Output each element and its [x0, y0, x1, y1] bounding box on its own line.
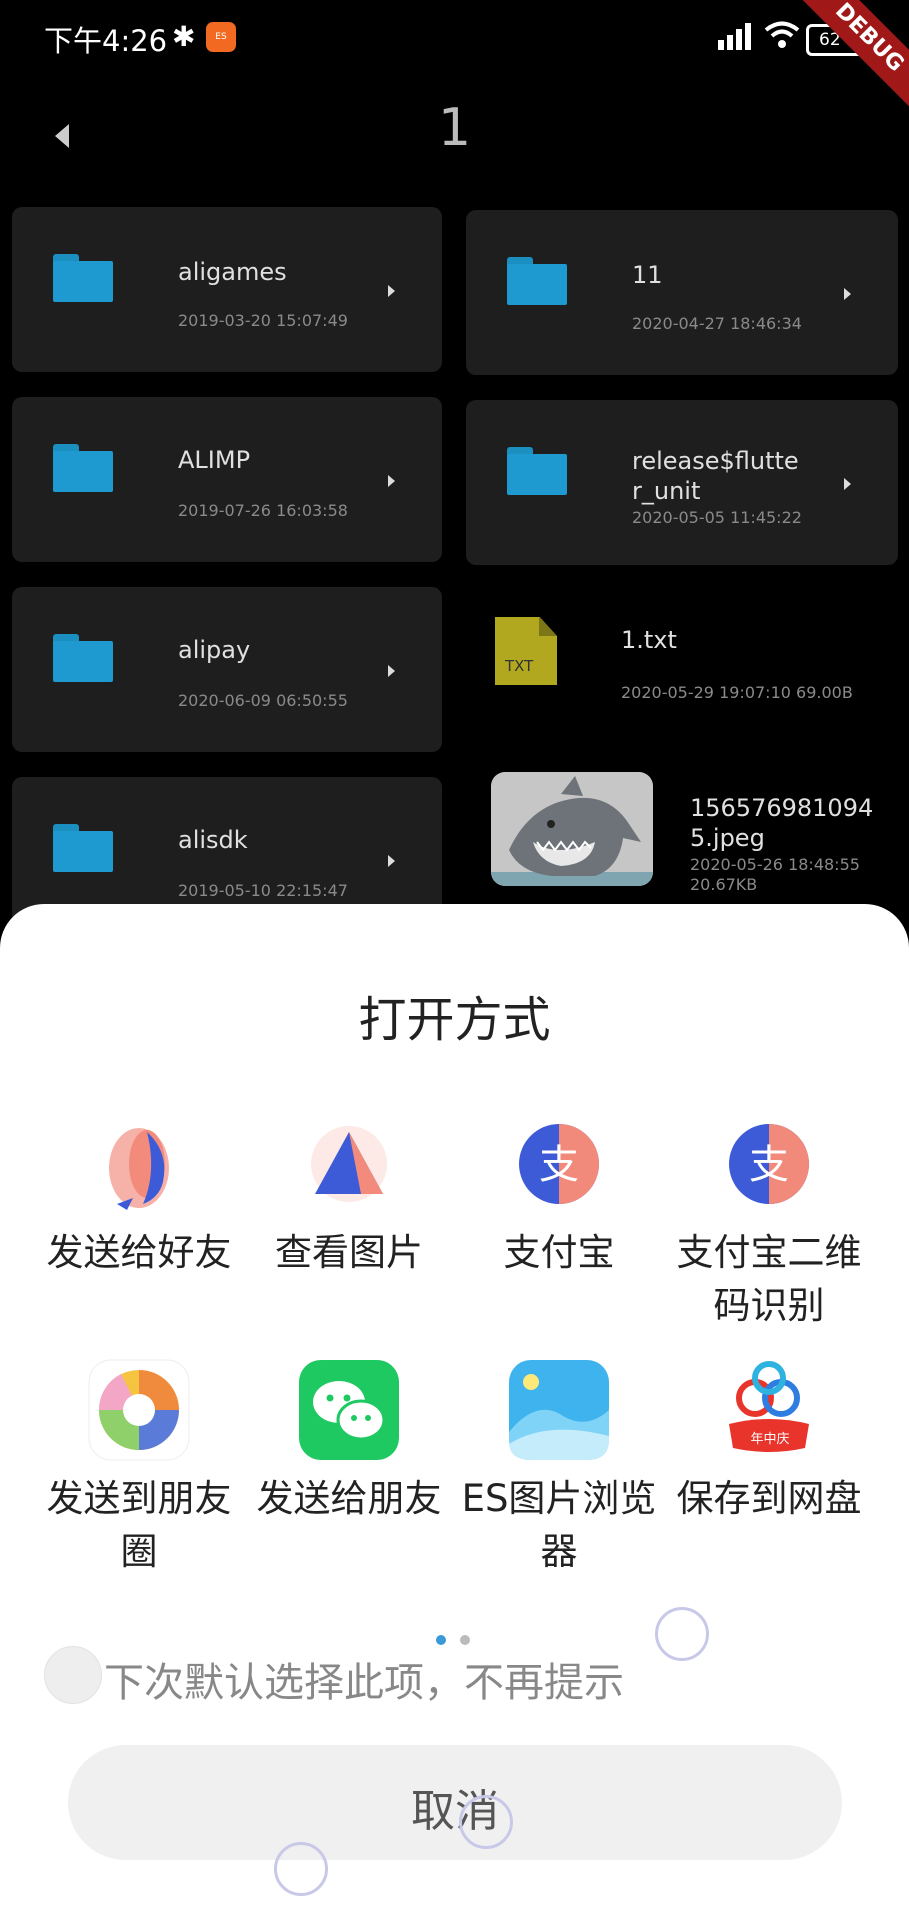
file-date: 2020-06-09 06:50:55 [178, 691, 348, 710]
folder-icon [507, 257, 567, 305]
alipay-icon: 支 [729, 1124, 809, 1204]
file-name: ALIMP [178, 446, 251, 474]
option-save-to-netdisk[interactable]: 年中庆 保存到网盘 [664, 1358, 874, 1528]
file-item-folder[interactable]: ALIMP 2019-07-26 16:03:58 [12, 397, 442, 562]
triangle-viewer-icon [311, 1126, 387, 1202]
chevron-right-icon [388, 855, 395, 867]
txt-file-icon: TXT [495, 617, 557, 685]
option-label: 发送给好友 [46, 1231, 232, 1274]
page-dot [460, 1635, 471, 1645]
option-label-line2: 码识别 [713, 1284, 825, 1327]
file-item-folder[interactable]: alipay 2020-06-09 06:50:55 [12, 587, 442, 752]
file-date: 2019-07-26 16:03:58 [178, 501, 348, 520]
wechat-icon [299, 1360, 399, 1460]
option-view-image[interactable]: 查看图片 [244, 1112, 454, 1282]
image-thumbnail [491, 772, 653, 886]
sheet-title: 打开方式 [358, 992, 551, 1048]
chevron-right-icon [388, 285, 395, 297]
option-label-line1: ES图片浏览 [461, 1477, 657, 1520]
status-bar: 下午4:26 ✱ ES 62 [0, 0, 909, 70]
chevron-right-icon [388, 665, 395, 677]
option-label-line1: 发送到朋友 [46, 1477, 232, 1520]
folder-icon [53, 634, 113, 682]
option-label-line1: 支付宝二维 [676, 1231, 862, 1274]
option-label-line2: 圈 [120, 1530, 158, 1573]
file-date: 2020-05-05 11:45:22 [632, 508, 802, 527]
file-date: 2019-05-10 22:15:47 [178, 881, 348, 900]
file-date: 2020-05-26 18:48:55 [690, 855, 860, 874]
file-item-folder[interactable]: 11 2020-04-27 18:46:34 [466, 210, 898, 375]
moments-aperture-icon [88, 1359, 190, 1461]
touch-indicator [655, 1607, 709, 1661]
option-label: 发送给朋友 [256, 1477, 442, 1520]
chevron-right-icon [844, 478, 851, 490]
option-label: 查看图片 [275, 1231, 423, 1274]
file-name: 1.txt [621, 626, 677, 654]
file-date: 2019-03-20 15:07:49 [178, 311, 348, 330]
page-indicator [436, 1630, 479, 1649]
alipay-icon: 支 [519, 1124, 599, 1204]
netdisk-promo-label: 年中庆 [750, 1432, 790, 1447]
chevron-right-icon [844, 288, 851, 300]
option-label: 支付宝 [503, 1231, 615, 1274]
option-moments[interactable]: 发送到朋友 圈 [34, 1358, 244, 1584]
status-time: 下午4:26 [44, 24, 168, 58]
chevron-right-icon [388, 475, 395, 487]
file-size: 20.67KB [690, 875, 758, 894]
file-date: 2020-04-27 18:46:34 [632, 314, 802, 333]
file-item-txt[interactable]: TXT 1.txt 2020-05-29 19:07:10 69.00B [466, 595, 898, 745]
file-name: alipay [178, 636, 251, 664]
remember-label: 下次默认选择此项，不再提示 [104, 1660, 624, 1706]
touch-indicator [459, 1795, 513, 1849]
option-alipay-qr[interactable]: 支 支付宝二维 码识别 [664, 1112, 874, 1338]
option-es-gallery[interactable]: ES图片浏览 器 [454, 1358, 664, 1584]
cellular-signal-icon [718, 23, 751, 50]
folder-icon [53, 824, 113, 872]
app-notification-icon: ES [206, 22, 236, 52]
file-name: aligames [178, 258, 287, 286]
file-name-line1: 156576981094 [690, 794, 874, 822]
txt-icon-label: TXT [505, 657, 534, 675]
file-name-line2: 5.jpeg [690, 824, 765, 852]
page-title: 1 [437, 98, 472, 158]
file-item-image[interactable]: 156576981094 5.jpeg 2020-05-26 18:48:55 … [466, 770, 898, 904]
svg-text:支: 支 [539, 1142, 579, 1188]
file-name: 11 [632, 261, 663, 289]
folder-icon [53, 444, 113, 492]
file-name: alisdk [178, 826, 248, 854]
option-label-line2: 器 [540, 1530, 578, 1573]
remember-checkbox[interactable] [44, 1646, 102, 1704]
folder-icon [507, 447, 567, 495]
cancel-label: 取消 [411, 1786, 499, 1837]
file-item-folder[interactable]: aligames 2019-03-20 15:07:49 [12, 207, 442, 372]
option-alipay[interactable]: 支 支付宝 [454, 1112, 664, 1282]
option-send-to-friend[interactable]: 发送给好友 [34, 1112, 244, 1282]
file-item-folder[interactable]: release$flutte r_unit 2020-05-05 11:45:2… [466, 400, 898, 565]
touch-indicator [274, 1842, 328, 1896]
file-date: 2020-05-29 19:07:10 69.00B [621, 683, 853, 702]
wifi-icon [764, 21, 800, 48]
es-gallery-icon [509, 1360, 609, 1460]
file-name-line2: r_unit [632, 477, 701, 505]
file-name-line1: release$flutte [632, 447, 799, 475]
folder-icon [53, 254, 113, 302]
page-dot-active [436, 1635, 446, 1645]
svg-text:支: 支 [749, 1142, 789, 1188]
bluetooth-icon: ✱ [172, 20, 196, 53]
cancel-button[interactable]: 取消 [68, 1745, 842, 1860]
qq-penguin-icon [109, 1128, 169, 1210]
option-label: 保存到网盘 [676, 1477, 862, 1520]
option-send-to-wechat-friend[interactable]: 发送给朋友 [244, 1358, 454, 1528]
